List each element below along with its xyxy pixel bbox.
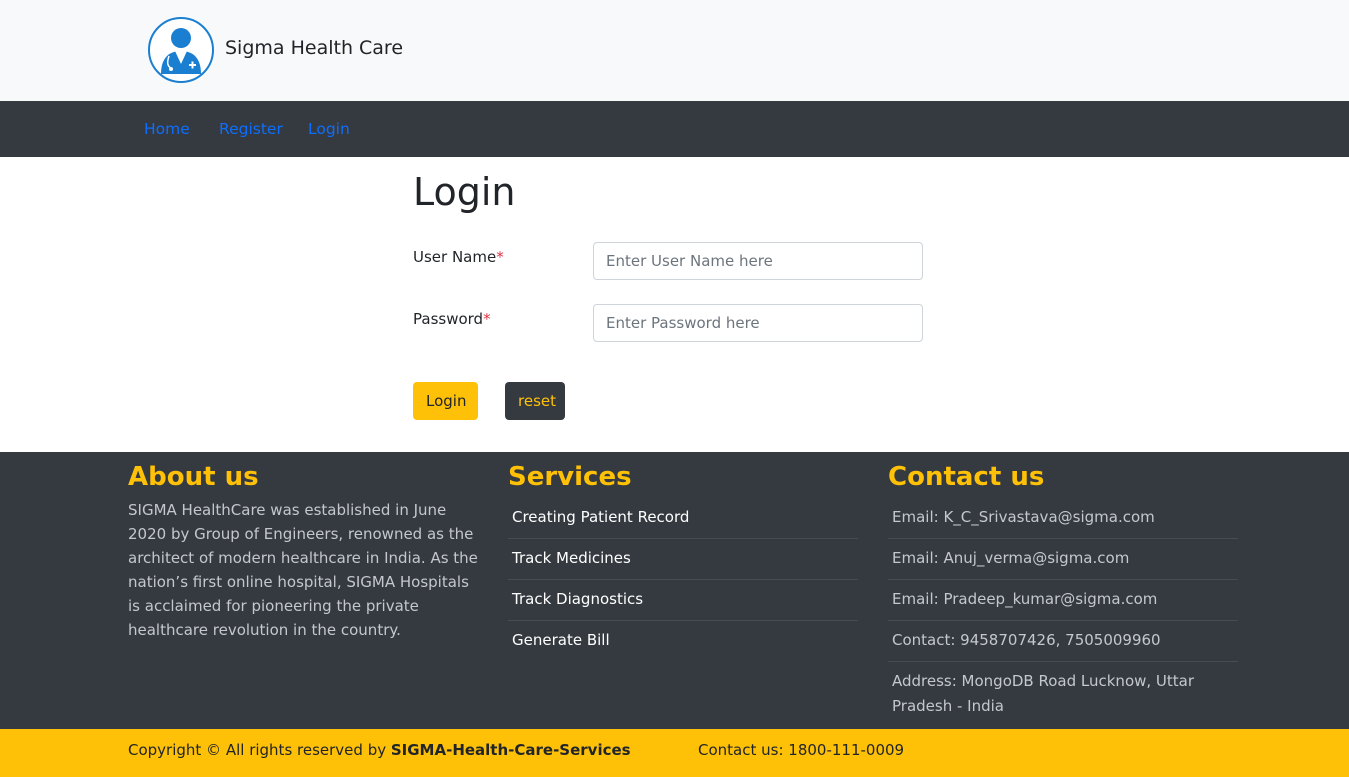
about-section: About us SIGMA HealthCare was establishe… xyxy=(128,452,478,642)
contact-item: Address: MongoDB Road Lucknow, Uttar Pra… xyxy=(892,672,1195,715)
service-item[interactable]: Track Diagnostics xyxy=(508,580,858,621)
password-label-text: Password xyxy=(413,310,484,328)
login-section: Login User Name* Password* Login reset xyxy=(0,157,1349,452)
nav-home-link[interactable]: Home xyxy=(144,120,190,138)
doctor-icon[interactable] xyxy=(147,16,215,84)
services-section: Services Creating Patient Record Track M… xyxy=(508,452,858,661)
contact-section: Contact us Email: K_C_Srivastava@sigma.c… xyxy=(888,452,1238,727)
username-label: User Name* xyxy=(413,248,504,266)
contact-title: Contact us xyxy=(888,462,1045,492)
page-title: Login xyxy=(413,170,516,214)
contact-item: Email: Pradeep_kumar@sigma.com xyxy=(888,580,1238,621)
main-navbar: Home Register Login xyxy=(0,101,1349,157)
contact-item: Email: K_C_Srivastava@sigma.com xyxy=(888,498,1238,539)
contact-item: Contact: 9458707426, 7505009960 xyxy=(888,621,1238,662)
service-item[interactable]: Track Medicines xyxy=(508,539,858,580)
username-label-text: User Name xyxy=(413,248,497,266)
copyright-prefix: Copyright © All rights reserved by xyxy=(128,741,391,759)
copyright-bar: Copyright © All rights reserved by SIGMA… xyxy=(0,729,1349,777)
username-input[interactable] xyxy=(593,242,923,280)
brand-header: Sigma Health Care xyxy=(0,0,1349,101)
required-marker: * xyxy=(483,310,491,328)
site-footer: About us SIGMA HealthCare was establishe… xyxy=(0,452,1349,729)
about-title: About us xyxy=(128,462,259,492)
contact-phone: Contact us: 1800-111-0009 xyxy=(698,741,905,759)
nav-register-link[interactable]: Register xyxy=(219,120,283,138)
password-label: Password* xyxy=(413,310,491,328)
required-marker: * xyxy=(496,248,504,266)
contact-item: Email: Anuj_verma@sigma.com xyxy=(888,539,1238,580)
nav-login-link[interactable]: Login xyxy=(308,120,350,138)
copyright-brand: SIGMA-Health-Care-Services xyxy=(390,741,631,759)
contact-list: Email: K_C_Srivastava@sigma.com Email: A… xyxy=(888,498,1238,727)
reset-button[interactable]: reset xyxy=(505,382,565,420)
service-item[interactable]: Generate Bill xyxy=(508,621,858,661)
copyright-text: Copyright © All rights reserved by SIGMA… xyxy=(128,741,631,759)
login-button[interactable]: Login xyxy=(413,382,478,420)
about-text: SIGMA HealthCare was established in June… xyxy=(128,501,478,639)
password-input[interactable] xyxy=(593,304,923,342)
services-title: Services xyxy=(508,462,632,492)
services-list: Creating Patient Record Track Medicines … xyxy=(508,498,858,661)
service-item[interactable]: Creating Patient Record xyxy=(508,498,858,539)
brand-name[interactable]: Sigma Health Care xyxy=(225,37,403,59)
